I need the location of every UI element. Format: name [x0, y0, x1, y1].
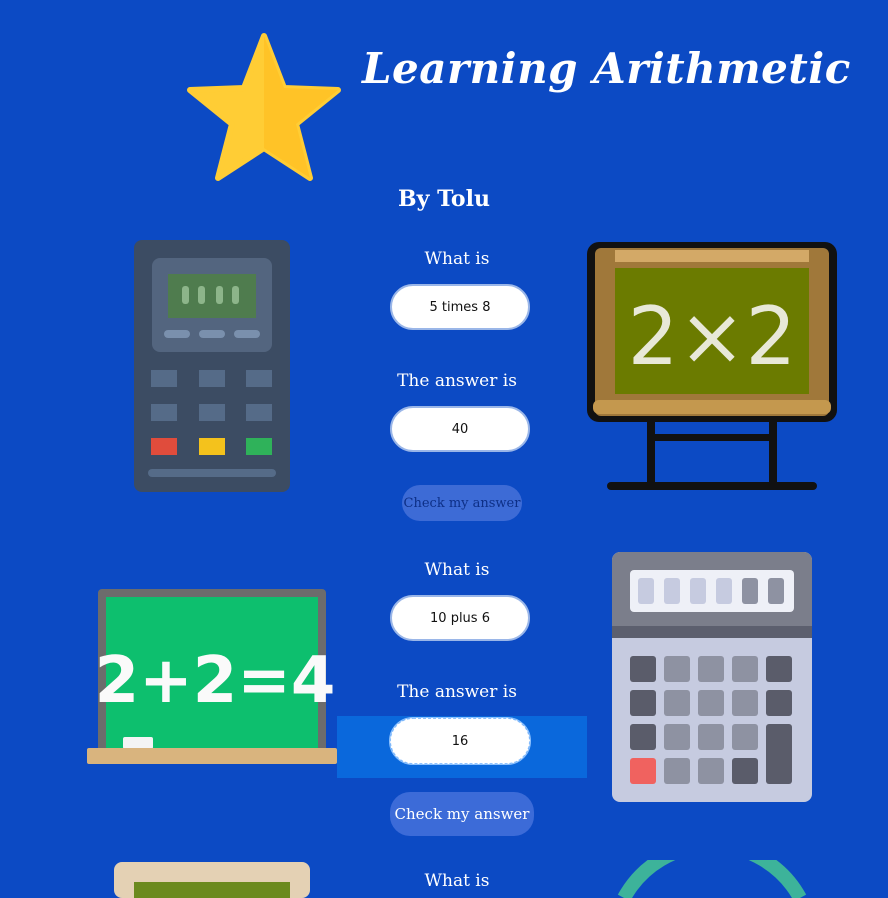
q1-answer-input[interactable]: 40 [390, 406, 530, 452]
bottom-circle-icon [617, 860, 807, 898]
chalkboard-stand-text: 2×2 [628, 290, 797, 383]
q1-prompt-label: What is [424, 249, 490, 269]
chalkboard-stand-icon: 2×2 [587, 242, 837, 490]
q2-check-answer-button[interactable]: Check my answer [390, 792, 534, 836]
byline: By Tolu [398, 186, 490, 212]
q1-question-field[interactable]: 5 times 8 [390, 284, 530, 330]
q2-answer-input[interactable]: 16 [389, 717, 531, 765]
q2-question-field[interactable]: 10 plus 6 [390, 595, 530, 641]
calculator-icon [134, 240, 290, 492]
green-chalkboard-icon: 2+2=4 [87, 589, 337, 764]
q2-answer-label: The answer is [397, 682, 517, 702]
page-title: Learning Arithmetic [362, 44, 851, 93]
green-board-text: 2+2=4 [95, 644, 336, 718]
desk-calculator-icon [612, 552, 812, 802]
q2-prompt-label: What is [424, 560, 490, 580]
star-icon [187, 33, 341, 181]
q1-check-answer-button[interactable]: Check my answer [402, 485, 522, 521]
bottom-chalkboard-icon [114, 862, 310, 898]
q1-answer-label: The answer is [397, 371, 517, 391]
q3-prompt-label: What is [424, 871, 490, 891]
